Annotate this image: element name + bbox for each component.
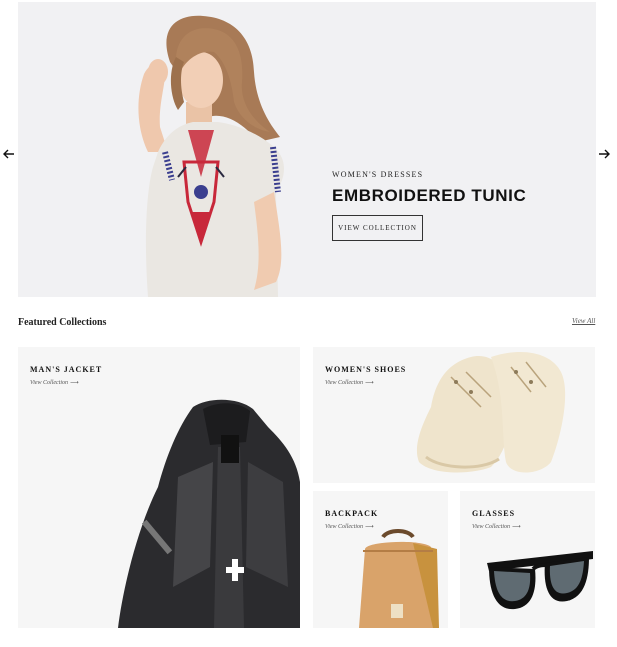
view-collection-button[interactable]: VIEW COLLECTION [332,215,423,241]
tile-view-collection-link[interactable]: View Collection ⟶ [325,523,374,531]
hero-slider: WOMEN'S DRESSES EMBROIDERED TUNIC VIEW C… [18,2,596,297]
shoes-image [416,352,566,473]
arrow-right-small-icon: ⟶ [70,380,79,386]
tile-view-collection-link[interactable]: View Collection ⟶ [30,379,79,387]
view-all-link[interactable]: View All [572,317,595,325]
collection-tile-glasses[interactable]: GLASSES View Collection ⟶ [460,491,595,628]
hero-model-image [138,15,284,297]
jacket-image [118,399,300,628]
tile-title: WOMEN'S SHOES [325,365,407,374]
featured-collections-title: Featured Collections [18,317,107,328]
hero-text-block: WOMEN'S DRESSES EMBROIDERED TUNIC VIEW C… [332,170,527,241]
backpack-image [359,529,439,628]
prev-slide-button[interactable] [1,146,17,162]
tile-view-collection-link[interactable]: View Collection ⟶ [472,523,521,531]
collection-tile-backpack[interactable]: BACKPACK View Collection ⟶ [313,491,448,628]
tile-title: BACKPACK [325,509,379,518]
collection-tile-womens-shoes[interactable]: WOMEN'S SHOES View Collection ⟶ [313,347,595,483]
tile-view-collection-link[interactable]: View Collection ⟶ [325,379,374,387]
next-slide-button[interactable] [596,146,612,162]
tile-title: GLASSES [472,509,516,518]
tile-link-label: View Collection [325,523,364,530]
tile-link-label: View Collection [30,379,69,386]
collection-tile-mans-jacket[interactable]: MAN'S JACKET View Collection ⟶ [18,347,300,628]
tile-title: MAN'S JACKET [30,365,103,374]
arrow-right-icon [599,149,610,159]
arrow-left-icon [3,149,14,159]
arrow-right-small-icon: ⟶ [365,380,374,386]
hero-title: EMBROIDERED TUNIC [332,186,527,205]
arrow-right-small-icon: ⟶ [365,524,374,530]
tile-link-label: View Collection [325,379,364,386]
tile-link-label: View Collection [472,523,511,530]
hero-eyebrow: WOMEN'S DRESSES [332,170,424,179]
arrow-right-small-icon: ⟶ [512,524,521,530]
sunglasses-image [487,551,593,610]
